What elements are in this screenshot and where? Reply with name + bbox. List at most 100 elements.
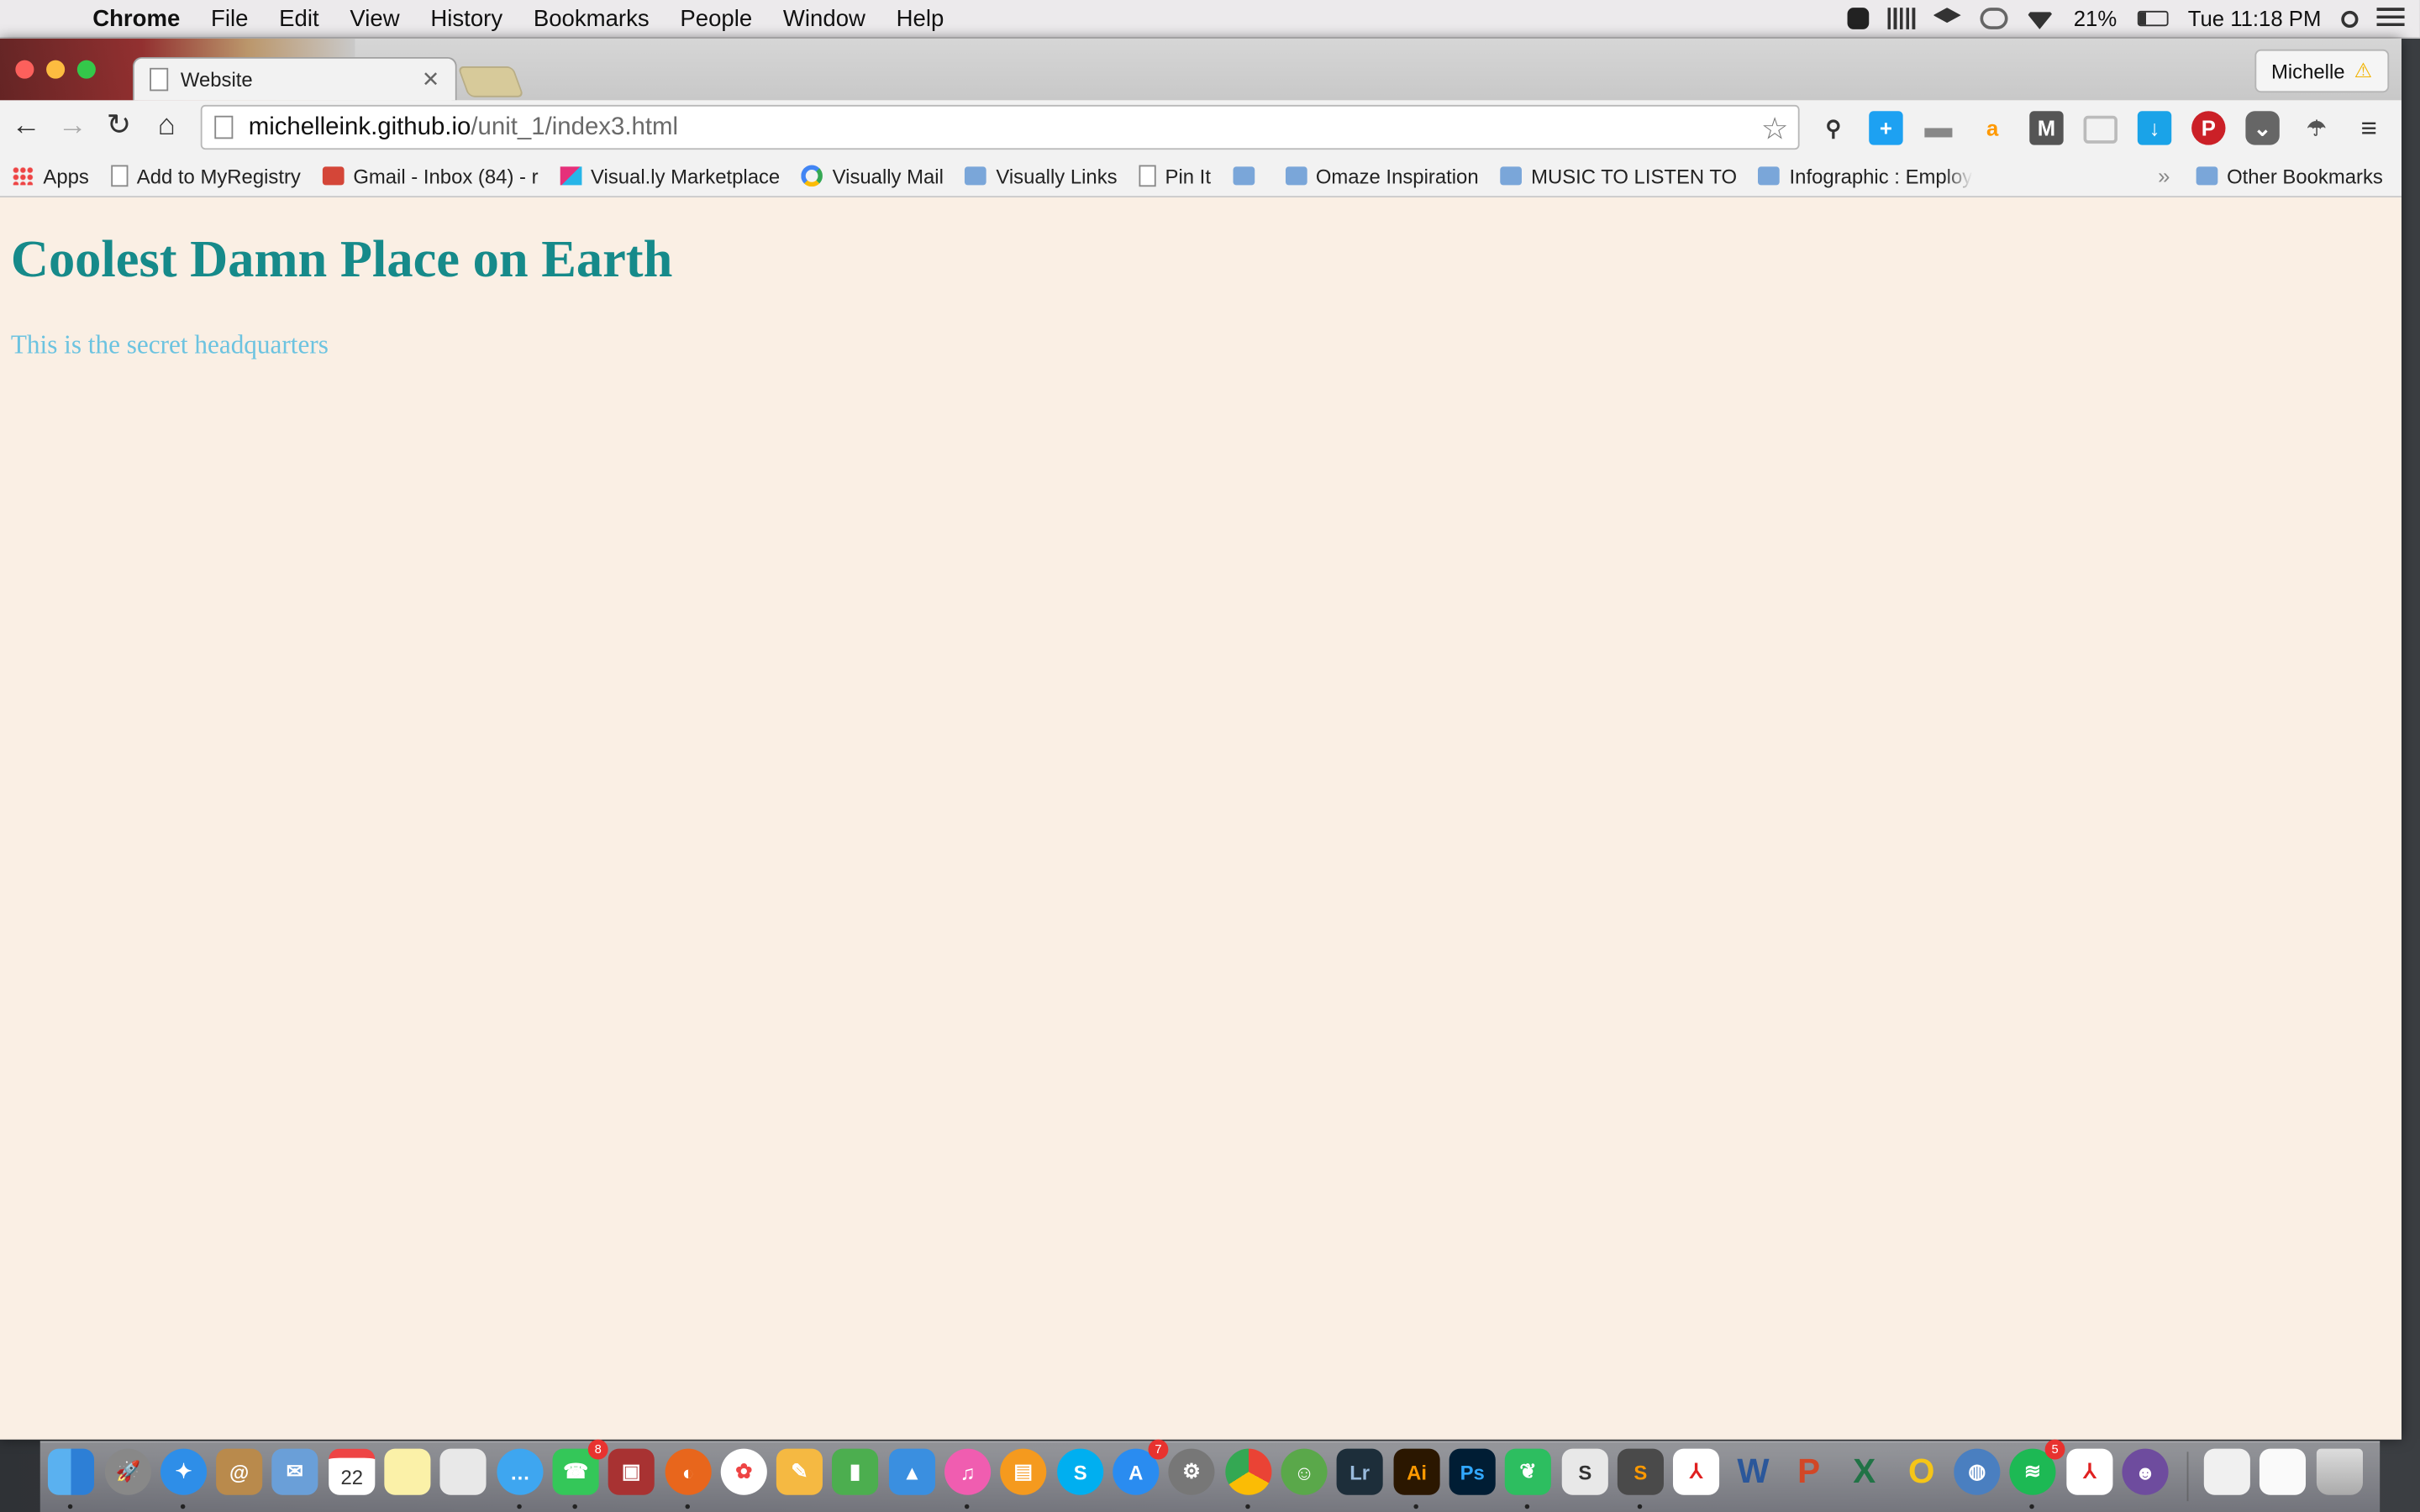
- menu-edit[interactable]: Edit: [264, 5, 334, 31]
- cast-icon[interactable]: [2083, 115, 2118, 144]
- menu-window[interactable]: Window: [768, 5, 881, 31]
- creative-cloud-icon[interactable]: [1979, 8, 2007, 29]
- address-bar[interactable]: michelleink.github.io/unit_1/index3.html…: [200, 104, 1800, 150]
- bookmark-music-to-listen-to[interactable]: MUSIC TO LISTEN TO: [1500, 165, 1737, 187]
- dropbox-icon[interactable]: [1933, 8, 1961, 24]
- page-favicon-icon: [150, 67, 169, 92]
- menu-people[interactable]: People: [665, 5, 768, 31]
- page-heading: Coolest Damn Place on Earth: [10, 231, 673, 289]
- sublime-text-icon[interactable]: S: [1617, 1448, 1664, 1509]
- photos-icon[interactable]: ✿: [720, 1448, 767, 1495]
- messages-icon[interactable]: …: [497, 1448, 544, 1509]
- bookmark-gmail[interactable]: Gmail - Inbox (84) - r: [322, 165, 539, 187]
- evernote-status-icon[interactable]: [1846, 8, 1869, 29]
- launchpad-icon[interactable]: 🚀: [104, 1448, 151, 1495]
- bookmarks-overflow-chevron-icon[interactable]: »: [2158, 164, 2170, 188]
- bar-extension-icon[interactable]: [1922, 111, 1955, 144]
- battery-icon[interactable]: [2137, 10, 2168, 27]
- safari-icon[interactable]: ✦: [160, 1448, 208, 1509]
- lightroom-icon[interactable]: Lr: [1336, 1448, 1383, 1495]
- forward-arrow-icon[interactable]: →: [55, 109, 89, 143]
- menu-app-name[interactable]: Chrome: [74, 5, 196, 31]
- pages-icon[interactable]: ✎: [776, 1448, 823, 1495]
- minimize-window-button[interactable]: [46, 60, 66, 79]
- evernote-icon[interactable]: ❦: [1504, 1448, 1551, 1509]
- chrome-icon[interactable]: [1225, 1448, 1272, 1509]
- bookmark-apps[interactable]: Apps: [12, 165, 89, 187]
- itunes-icon[interactable]: ♫: [944, 1448, 992, 1509]
- word-icon[interactable]: W: [1730, 1449, 1776, 1495]
- home-icon[interactable]: ⌂: [150, 109, 183, 143]
- pocket-extension-icon[interactable]: ⌄: [2245, 111, 2280, 145]
- reload-icon[interactable]: ↻: [102, 109, 135, 143]
- contacts-icon[interactable]: @: [216, 1448, 263, 1495]
- page-info-icon[interactable]: [214, 115, 234, 139]
- bookmark-visually-marketplace[interactable]: Visual.ly Marketplace: [560, 165, 780, 187]
- network-icon[interactable]: ◍: [1954, 1448, 2001, 1495]
- github-icon[interactable]: ☻: [2122, 1448, 2169, 1495]
- bookmark-omaze-inspiration[interactable]: Omaze Inspiration: [1285, 165, 1479, 187]
- firefox-icon[interactable]: ◐: [665, 1448, 712, 1509]
- bookmark-infographic[interactable]: Infographic : Employ: [1758, 165, 1972, 187]
- profile-button[interactable]: Michelle ⚠: [2254, 49, 2390, 93]
- bookmark-pin-it[interactable]: Pin It: [1139, 165, 1211, 187]
- new-tab-button[interactable]: [457, 66, 524, 97]
- finder-icon[interactable]: [47, 1448, 95, 1509]
- close-window-button[interactable]: [15, 60, 34, 79]
- downloads-stack-icon[interactable]: [2203, 1448, 2250, 1495]
- illustrator-icon[interactable]: Ai: [1393, 1448, 1440, 1509]
- app-store-icon[interactable]: A7: [1113, 1439, 1169, 1495]
- powerpoint-icon[interactable]: P: [1786, 1449, 1832, 1495]
- bookmark-folder-unnamed[interactable]: [1232, 166, 1264, 186]
- menu-view[interactable]: View: [334, 5, 415, 31]
- notes-icon[interactable]: [384, 1448, 431, 1495]
- menu-history[interactable]: History: [415, 5, 518, 31]
- scrivener-icon[interactable]: S: [1561, 1448, 1608, 1495]
- acrobat-icon[interactable]: ⅄: [1672, 1448, 1720, 1495]
- system-preferences-icon[interactable]: ⚙: [1168, 1448, 1215, 1495]
- grid-status-icon[interactable]: [1886, 8, 1915, 29]
- photo-booth-icon[interactable]: ▣: [608, 1448, 655, 1495]
- close-tab-icon[interactable]: ✕: [422, 66, 440, 92]
- outlook-icon[interactable]: O: [1898, 1449, 1944, 1495]
- ibooks-icon[interactable]: ▤: [1000, 1448, 1047, 1495]
- excel-icon[interactable]: X: [1841, 1449, 1887, 1495]
- window-controls: [15, 60, 96, 79]
- bookmark-visually-links[interactable]: Visually Links: [965, 165, 1118, 187]
- search-extension-icon[interactable]: ⚲: [1817, 111, 1850, 144]
- trash-icon[interactable]: [2316, 1448, 2363, 1495]
- extension-icon[interactable]: ☂: [2300, 111, 2333, 144]
- mail-icon[interactable]: ✉: [271, 1448, 318, 1495]
- numbers-icon[interactable]: ▮: [831, 1448, 879, 1495]
- keynote-icon[interactable]: ▲: [888, 1448, 936, 1495]
- download-extension-icon[interactable]: ↓: [2137, 111, 2172, 145]
- bookmark-star-icon[interactable]: ☆: [1761, 109, 1789, 148]
- adium-icon[interactable]: ☺: [1281, 1448, 1328, 1495]
- shield-extension-icon[interactable]: M: [2029, 111, 2064, 145]
- pinterest-extension-icon[interactable]: P: [2191, 111, 2226, 145]
- preview-icon[interactable]: [439, 1448, 487, 1495]
- bookmark-add-to-myregistry[interactable]: Add to MyRegistry: [110, 165, 301, 187]
- tab-website[interactable]: Website ✕: [132, 56, 457, 101]
- facetime-icon[interactable]: ☎ 8: [552, 1439, 608, 1509]
- amazon-extension-icon[interactable]: a: [1975, 111, 2009, 144]
- menu-bookmarks[interactable]: Bookmarks: [518, 5, 665, 31]
- menu-file[interactable]: File: [196, 5, 264, 31]
- zoom-window-button[interactable]: [76, 60, 96, 79]
- menu-help[interactable]: Help: [881, 5, 959, 31]
- chrome-menu-icon[interactable]: ≡: [2352, 111, 2386, 144]
- photoshop-icon[interactable]: Ps: [1449, 1448, 1496, 1495]
- acrobat-reader-icon[interactable]: ⅄: [2066, 1448, 2113, 1495]
- spotify-icon[interactable]: ≋ 5: [2009, 1439, 2065, 1509]
- wifi-icon[interactable]: [2025, 12, 2054, 29]
- skype-icon[interactable]: S: [1057, 1448, 1104, 1495]
- clock[interactable]: Tue 11:18 PM: [2177, 6, 2332, 30]
- spotlight-search-icon[interactable]: [2341, 9, 2359, 28]
- back-arrow-icon[interactable]: ←: [9, 109, 43, 143]
- bookmark-visually-mail[interactable]: Visually Mail: [801, 165, 944, 187]
- bookmark-other-bookmarks[interactable]: Other Bookmarks: [2196, 165, 2383, 187]
- add-extension-icon[interactable]: +: [1869, 111, 1903, 145]
- notification-center-icon[interactable]: [2376, 8, 2405, 29]
- documents-stack-icon[interactable]: [2259, 1448, 2307, 1495]
- calendar-icon[interactable]: 22: [329, 1448, 376, 1495]
